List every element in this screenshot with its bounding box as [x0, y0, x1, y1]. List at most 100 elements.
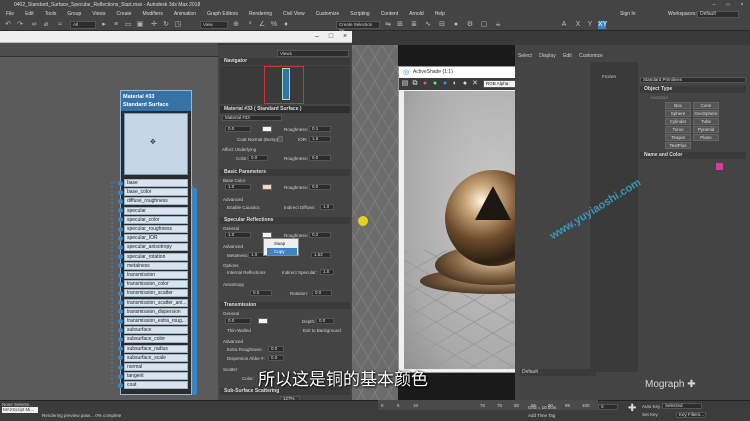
menu-edit[interactable]: Edit [25, 11, 34, 17]
render-frame-icon[interactable]: ▢ [480, 21, 488, 29]
node-slot-19[interactable]: subsurface_scale [124, 353, 188, 362]
node-slot-21[interactable]: tangent [124, 372, 188, 381]
autogrid-checkbox[interactable]: AutoGrid [650, 95, 668, 100]
undo-icon[interactable]: ↶ [4, 21, 12, 29]
explorer-tab-edit[interactable]: Edit [563, 53, 572, 59]
slate-minimize-icon[interactable]: – [310, 31, 324, 43]
selection-filter-dropdown[interactable]: All [70, 21, 96, 29]
node-slot-11[interactable]: transmission_color [124, 280, 188, 289]
rect-selection-icon[interactable]: ▭ [124, 21, 132, 29]
alpha-channel-icon[interactable]: ◐ [451, 80, 459, 88]
menu-create[interactable]: Create [117, 11, 132, 17]
explorer-tab-select[interactable]: Select [518, 53, 532, 59]
reference-coordinate-dropdown[interactable]: View [200, 21, 228, 29]
dispersion-abbe-field[interactable]: 0.0 [268, 355, 284, 361]
coat-color-swatch[interactable] [262, 126, 272, 132]
node-slot-socket[interactable] [118, 290, 123, 296]
unlink-icon[interactable]: ⌀ [42, 21, 50, 29]
node-slot-socket[interactable] [118, 373, 123, 379]
object-color-swatch[interactable] [716, 163, 723, 170]
node-slot-socket[interactable] [118, 281, 123, 287]
key-selection-dropdown[interactable]: Selected [662, 403, 702, 409]
primitive-button-pyramid[interactable]: Pyramid [693, 126, 719, 133]
axis-x-icon[interactable]: X [574, 21, 582, 29]
curve-editor-icon[interactable]: ∿ [424, 21, 432, 29]
menu-content[interactable]: Content [381, 11, 399, 17]
node-slot-socket[interactable] [118, 382, 123, 388]
menu-file[interactable]: File [6, 11, 14, 17]
axis-xy-icon[interactable]: XY [598, 21, 607, 29]
menu-scripting[interactable]: Scripting [350, 11, 369, 17]
select-by-name-icon[interactable]: ≡ [112, 21, 120, 29]
base-roughness-field[interactable]: 0.0 [309, 184, 331, 190]
menu-views[interactable]: Views [92, 11, 105, 17]
indirect-diffuse-field[interactable]: 1.0 [320, 204, 334, 210]
category-dropdown[interactable]: Standard Primitives [640, 77, 746, 83]
explorer-tab-display[interactable]: Display [539, 53, 555, 59]
primitive-button-sphere[interactable]: Sphere [665, 110, 691, 117]
node-slot-socket[interactable] [118, 364, 123, 370]
menu-arnold[interactable]: Arnold [409, 11, 423, 17]
window-crossing-icon[interactable]: ▣ [136, 21, 144, 29]
node-slot-socket[interactable] [118, 226, 123, 232]
scale-icon[interactable]: ◳ [174, 21, 182, 29]
render-setup-icon[interactable]: ⚙ [466, 21, 474, 29]
specular-ior-field[interactable]: 1.52 [311, 252, 331, 258]
node-slot-12[interactable]: transmission_scatter [124, 289, 188, 298]
coat-ior-field[interactable]: 1.5 [309, 136, 331, 142]
coat-normal-map-button[interactable] [278, 136, 283, 142]
primitive-button-torus[interactable]: Torus [665, 126, 691, 133]
navigator-header[interactable]: Navigator [220, 58, 350, 65]
clone-icon[interactable]: ⧉ [411, 80, 419, 88]
spinner-snap-icon[interactable]: ♦ [282, 21, 290, 29]
pivot-icon[interactable]: ⊕ [232, 21, 240, 29]
affect-roughness-field[interactable]: 0.0 [309, 155, 331, 161]
mono-icon[interactable]: ● [461, 80, 469, 88]
view-tab-dropdown[interactable]: View1 [277, 50, 349, 57]
thin-walled-checkbox[interactable]: Thin-Walled [227, 328, 251, 333]
anisotropy-field[interactable]: 0.0 [250, 290, 272, 296]
schematic-view-icon[interactable]: ⊟ [438, 21, 446, 29]
close-icon[interactable]: × [735, 0, 749, 10]
node-slot-6[interactable]: specular_IOR [124, 234, 188, 243]
maxscript-listener[interactable]: MAXScript Mi... [2, 407, 38, 413]
specular-weight-field[interactable]: 1.0 [225, 232, 251, 238]
angle-snap-icon[interactable]: ∠ [258, 21, 266, 29]
affect-color-field[interactable]: 0.0 [248, 155, 268, 161]
node-slot-7[interactable]: specular_anisotropy [124, 243, 188, 252]
layer-explorer-icon[interactable]: ≣ [410, 21, 418, 29]
node-slot-4[interactable]: specular_color [124, 215, 188, 224]
coat-roughness-field[interactable]: 0.1 [309, 126, 331, 132]
node-slot-17[interactable]: subsurface_color [124, 335, 188, 344]
extra-roughness-field[interactable]: 0.0 [268, 346, 284, 352]
object-type-header[interactable]: Object Type [640, 86, 746, 93]
arnold-icon[interactable]: A [560, 21, 568, 29]
node-slot-16[interactable]: subsurface [124, 326, 188, 335]
material-editor-icon[interactable]: ● [452, 21, 460, 29]
node-slot-20[interactable]: normal [124, 363, 188, 371]
menu-group[interactable]: Group [67, 11, 81, 17]
transmission-color-swatch[interactable] [258, 318, 268, 324]
menu-help[interactable]: Help [435, 11, 445, 17]
node-slot-socket[interactable] [118, 336, 123, 342]
node-slot-socket[interactable] [118, 180, 123, 186]
base-color-swatch[interactable] [262, 184, 272, 190]
node-slot-socket[interactable] [118, 272, 123, 278]
align-icon[interactable]: ⊞ [396, 21, 404, 29]
explorer-tab-customize[interactable]: Customize [579, 53, 603, 59]
set-key-icon[interactable]: ✚ [628, 403, 638, 414]
node-slot-socket[interactable] [118, 235, 123, 241]
redo-icon[interactable]: ↷ [16, 21, 24, 29]
menu-tools[interactable]: Tools [45, 11, 57, 17]
exit-to-background-checkbox[interactable]: Exit to Background [303, 328, 341, 333]
node-slot-2[interactable]: diffuse_roughness [124, 197, 188, 206]
menu-rendering[interactable]: Rendering [249, 11, 272, 17]
bind-spacewarp-icon[interactable]: ≈ [56, 21, 64, 29]
menu-item-copy[interactable]: Copy [267, 248, 297, 255]
node-slot-10[interactable]: transmission [124, 271, 188, 279]
node-slot-1[interactable]: base_color [124, 188, 188, 197]
material-node-header[interactable]: Material #33 Standard Surface [121, 91, 191, 111]
primitive-button-tube[interactable]: Tube [693, 118, 719, 125]
green-channel-icon[interactable]: ● [431, 80, 439, 88]
light-gizmo-icon[interactable] [358, 216, 368, 226]
